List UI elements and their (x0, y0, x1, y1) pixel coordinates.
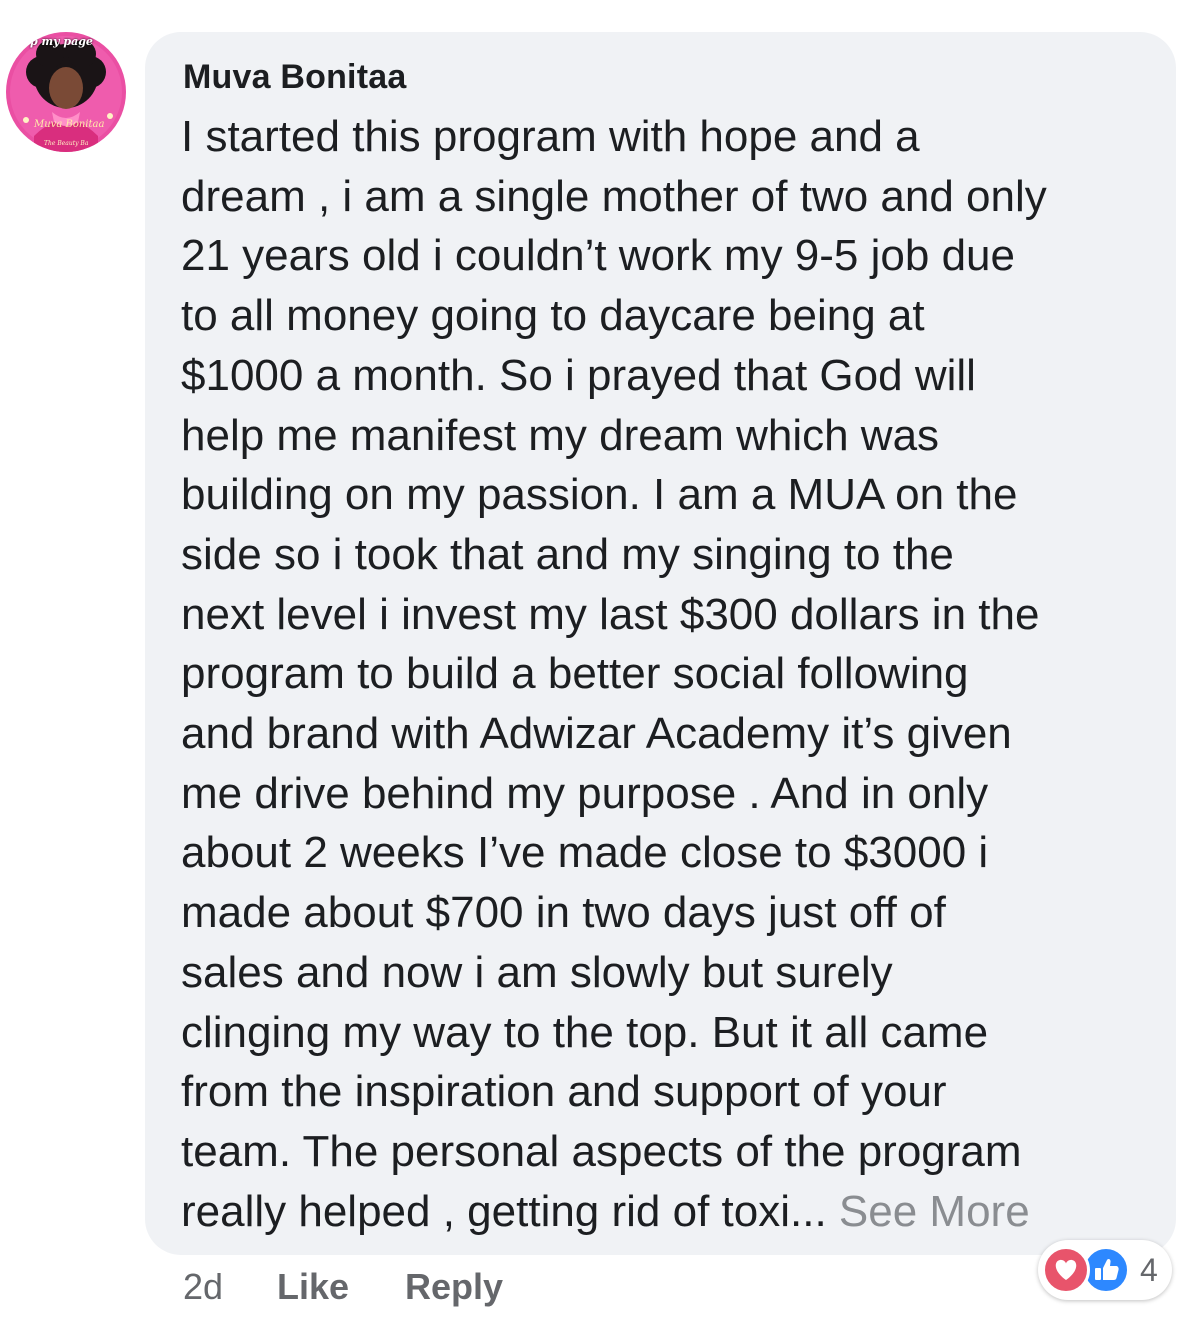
reply-button[interactable]: Reply (405, 1262, 503, 1312)
comment-line: 21 years old i couldn’t work my 9-5 job … (181, 231, 1015, 281)
avatar-caption-mid: Muva Bonitaa (34, 119, 105, 130)
comment-truncated-text: really helped , getting rid of toxi... (181, 1186, 839, 1236)
like-button[interactable]: Like (277, 1262, 349, 1312)
comment-line: side so i took that and my singing to th… (181, 529, 954, 579)
avatar-caption-top: p my page (30, 35, 93, 48)
comment-line: help me manifest my dream which was (181, 410, 940, 460)
comment-timestamp[interactable]: 2d (183, 1262, 223, 1312)
comment-line: and brand with Adwizar Academy it’s give… (181, 709, 1012, 759)
comment-last-line: really helped , getting rid of toxi... S… (181, 1182, 1156, 1242)
avatar-image (6, 32, 126, 152)
comment-line: to all money going to daycare being at (181, 291, 925, 341)
comment-line: dream , i am a single mother of two and … (181, 171, 1047, 221)
reactions-summary[interactable]: 4 (1038, 1240, 1172, 1300)
comment-line: made about $700 in two days just off of (181, 888, 946, 938)
comment-text: I started this program with hope and a d… (181, 107, 1156, 1241)
comment-bubble: Muva Bonitaa I started this program with… (145, 32, 1176, 1255)
comment-line: about 2 weeks I’ve made close to $3000 i (181, 828, 989, 878)
comment-line: building on my passion. I am a MUA on th… (181, 470, 1018, 520)
heart-icon (1042, 1246, 1090, 1294)
comment-line: sales and now i am slowly but surely (181, 947, 893, 997)
see-more-link[interactable]: See More (839, 1187, 1030, 1236)
comment-line: next level i invest my last $300 dollars… (181, 589, 1040, 639)
avatar[interactable]: p my page Muva Bonitaa The Beauty Ba (6, 32, 126, 152)
comment-line: team. The personal aspects of the progra… (181, 1126, 1022, 1176)
comment-line: from the inspiration and support of your (181, 1067, 947, 1117)
comment-line: I started this program with hope and a (181, 112, 920, 161)
comment-author[interactable]: Muva Bonitaa (183, 58, 406, 97)
comment-line: clinging my way to the top. But it all c… (181, 1007, 989, 1057)
comment-line: me drive behind my purpose . And in only (181, 768, 989, 818)
comment-line: program to build a better social followi… (181, 649, 969, 699)
comment-line: $1000 a month. So i prayed that God will (181, 350, 976, 400)
reaction-count: 4 (1140, 1252, 1158, 1288)
avatar-caption-low: The Beauty Ba (44, 140, 89, 147)
